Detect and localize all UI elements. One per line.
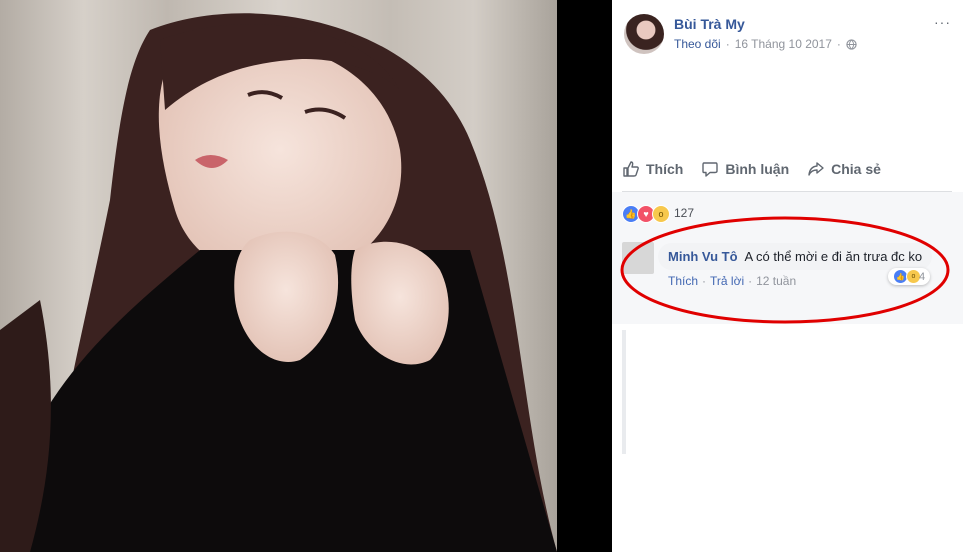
comment-button[interactable]: Bình luận [701,160,789,178]
comment-text: A có thể mời e đi ăn trưa đc ko [744,249,923,264]
post-side-panel: Bùi Trà My Theo dõi · 16 Tháng 10 2017 ·… [612,0,963,552]
comment-like-link[interactable]: Thích [668,274,698,288]
post-actions: Thích Bình luận Chia sẻ [622,160,952,178]
share-label: Chia sẻ [831,161,881,177]
author-avatar[interactable] [624,14,664,54]
comment-section: Minh Vu Tô A có thể mời e đi ăn trưa đc … [612,232,963,324]
thumbs-up-icon [623,161,639,177]
comment-separator: · [702,274,707,288]
wow-reaction-icon: o [652,205,670,223]
commenter-avatar[interactable] [622,242,654,274]
comment-time[interactable]: 12 tuần [756,274,796,288]
comment-separator-2: · [748,274,753,288]
portrait-image [0,0,557,552]
author-name[interactable]: Bùi Trà My [674,16,745,32]
panel-edge [622,330,626,454]
post-date[interactable]: 16 Tháng 10 2017 [735,37,832,51]
like-button[interactable]: Thích [622,160,683,178]
meta-separator: · [725,37,730,51]
comment-reactions[interactable]: 👍 o 4 [888,268,931,285]
commenter-name[interactable]: Minh Vu Tô [668,249,738,264]
comment-label: Bình luận [725,161,790,177]
comment-actions: Thích · Trả lời · 12 tuần [668,274,796,288]
share-button[interactable]: Chia sẻ [807,160,881,178]
comment-reply-link[interactable]: Trả lời [710,274,744,288]
post-photo[interactable] [0,0,557,552]
globe-icon [846,38,857,50]
meta-separator-2: · [836,37,841,51]
share-icon [808,162,824,176]
comment-icon [702,162,719,177]
comment-reaction-count: 4 [919,270,926,283]
reaction-icons[interactable]: 👍 ♥ o [622,205,670,223]
post-meta: Theo dõi · 16 Tháng 10 2017 · [674,37,857,51]
more-options-button[interactable]: ··· [934,14,951,30]
follow-link[interactable]: Theo dõi [674,37,721,51]
comment-bubble: Minh Vu Tô A có thể mời e đi ăn trưa đc … [658,243,933,270]
like-label: Thích [646,161,684,177]
reaction-count[interactable]: 127 [674,206,694,220]
